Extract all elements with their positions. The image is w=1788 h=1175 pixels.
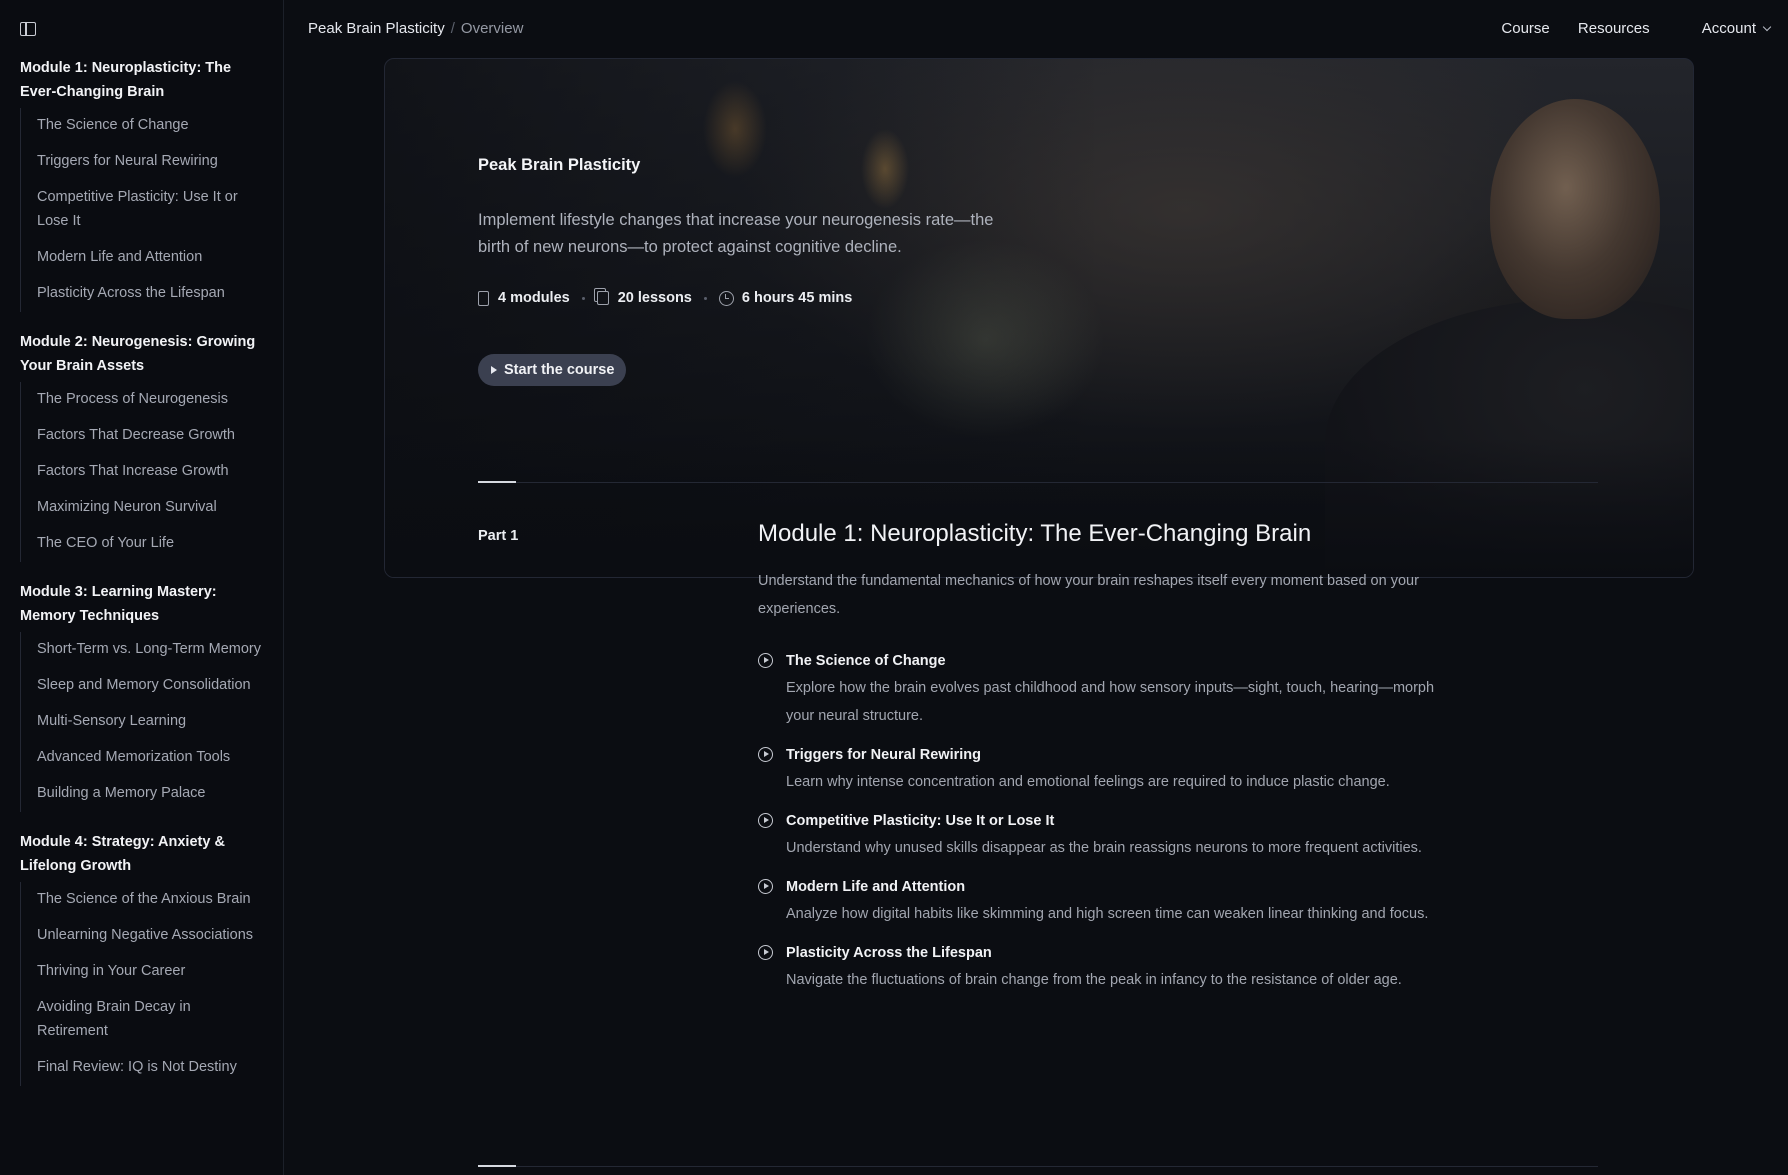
lesson-list: The Science of Change Explore how the br… [758, 650, 1438, 1008]
divider-accent [478, 1165, 516, 1167]
sidebar-lesson-item[interactable]: Factors That Decrease Growth [21, 418, 265, 454]
hero-instructor-face [1490, 99, 1660, 319]
sidebar-lesson-item[interactable]: The Science of the Anxious Brain [21, 882, 265, 918]
lesson-description: Navigate the fluctuations of brain chang… [786, 972, 1402, 988]
sidebar-module-title[interactable]: Module 2: Neurogenesis: Growing Your Bra… [20, 330, 265, 378]
stat-duration-label: 6 hours 45 mins [741, 290, 853, 306]
sidebar-lesson-item[interactable]: Unlearning Negative Associations [21, 918, 265, 954]
lesson-item[interactable]: Plasticity Across the Lifespan Navigate … [758, 942, 1438, 994]
sidebar-lesson-item[interactable]: Multi-Sensory Learning [21, 704, 265, 740]
lesson-item[interactable]: Modern Life and Attention Analyze how di… [758, 876, 1438, 928]
course-nav: Module 1: Neuroplasticity: The Ever-Chan… [20, 56, 265, 1104]
breadcrumb-course-link[interactable]: Peak Brain Plasticity [308, 20, 445, 37]
lesson-title: The Science of Change [786, 653, 946, 669]
lesson-description: Analyze how digital habits like skimming… [786, 906, 1429, 922]
clock-icon [718, 290, 734, 306]
sidebar-lesson-item[interactable]: Sleep and Memory Consolidation [21, 668, 265, 704]
start-course-label: Start the course [504, 362, 615, 378]
sidebar-lesson-item[interactable]: Final Review: IQ is Not Destiny [21, 1050, 265, 1086]
start-course-button[interactable]: Start the course [478, 354, 627, 386]
sidebar-lesson-item[interactable]: Avoiding Brain Decay in Retirement [21, 990, 265, 1050]
nav-course-link[interactable]: Course [1501, 20, 1549, 37]
sidebar-module-title[interactable]: Module 3: Learning Mastery: Memory Techn… [20, 580, 265, 628]
sidebar-lesson-item[interactable]: Competitive Plasticity: Use It or Lose I… [21, 180, 265, 240]
sidebar-lesson-item[interactable]: The CEO of Your Life [21, 526, 265, 562]
lesson-item[interactable]: Triggers for Neural Rewiring Learn why i… [758, 744, 1438, 796]
play-circle-icon [758, 653, 773, 668]
sidebar-lesson-list: The Process of Neurogenesis Factors That… [20, 382, 265, 562]
sidebar-module-title[interactable]: Module 1: Neuroplasticity: The Ever-Chan… [20, 56, 265, 104]
course-description: Implement lifestyle changes that increas… [478, 211, 994, 256]
sidebar-lesson-item[interactable]: Short-Term vs. Long-Term Memory [21, 632, 265, 668]
stat-modules: 4 modules [478, 290, 570, 306]
nav-resources-link[interactable]: Resources [1578, 20, 1650, 37]
lesson-description: Learn why intense concentration and emot… [786, 774, 1390, 790]
lessons-icon [596, 291, 609, 305]
sidebar-lesson-item[interactable]: The Science of Change [21, 108, 265, 144]
hero-banner [384, 58, 1694, 578]
stat-separator [581, 296, 585, 300]
stat-modules-label: 4 modules [498, 290, 570, 306]
breadcrumb-separator: / [450, 20, 455, 37]
breadcrumb-current: Overview [460, 20, 524, 37]
play-circle-icon [758, 879, 773, 894]
sidebar: Module 1: Neuroplasticity: The Ever-Chan… [0, 0, 284, 1175]
course-title: Peak Brain Plasticity [478, 156, 641, 174]
book-icon [478, 290, 489, 306]
lesson-title: Competitive Plasticity: Use It or Lose I… [786, 813, 1055, 829]
stat-duration: 6 hours 45 mins [718, 290, 853, 306]
sidebar-lesson-item[interactable]: The Process of Neurogenesis [21, 382, 265, 418]
stat-lessons-label: 20 lessons [617, 290, 692, 306]
top-bar: Peak Brain Plasticity / Overview Course Re… [284, 0, 1788, 60]
lesson-description: Explore how the brain evolves past child… [786, 680, 1435, 724]
section-divider [478, 1165, 1598, 1167]
sidebar-lesson-list: The Science of Change Triggers for Neura… [20, 108, 265, 312]
sidebar-lesson-item[interactable]: Factors That Increase Growth [21, 454, 265, 490]
lesson-item[interactable]: The Science of Change Explore how the br… [758, 650, 1438, 730]
sidebar-lesson-item[interactable]: Thriving in Your Career [21, 954, 265, 990]
play-circle-icon [758, 945, 773, 960]
sidebar-lesson-item[interactable]: Modern Life and Attention [21, 240, 265, 276]
sidebar-lesson-list: Short-Term vs. Long-Term Memory Sleep an… [20, 632, 265, 812]
play-circle-icon [758, 747, 773, 762]
play-icon [491, 366, 497, 374]
sidebar-lesson-item[interactable]: Maximizing Neuron Survival [21, 490, 265, 526]
module-title: Module 1: Neuroplasticity: The Ever-Chan… [758, 520, 1312, 547]
lesson-title: Plasticity Across the Lifespan [786, 945, 992, 961]
lesson-item[interactable]: Competitive Plasticity: Use It or Lose I… [758, 810, 1438, 862]
chevron-down-icon [1762, 22, 1772, 32]
course-stats: 4 modules 20 lessons 6 hours 45 mins [478, 290, 852, 306]
divider-accent [478, 481, 516, 483]
sidebar-lesson-item[interactable]: Triggers for Neural Rewiring [21, 144, 265, 180]
sidebar-lesson-item[interactable]: Building a Memory Palace [21, 776, 265, 812]
sidebar-lesson-item[interactable]: Plasticity Across the Lifespan [21, 276, 265, 312]
hero-fade [385, 437, 1693, 577]
stat-separator [703, 296, 707, 300]
lesson-description: Understand why unused skills disappear a… [786, 840, 1422, 856]
lesson-title: Modern Life and Attention [786, 879, 966, 895]
breadcrumb: Peak Brain Plasticity / Overview [308, 20, 523, 37]
sidebar-lesson-item[interactable]: Advanced Memorization Tools [21, 740, 265, 776]
sidebar-module-title[interactable]: Module 4: Strategy: Anxiety & Lifelong G… [20, 830, 265, 878]
part-label: Part 1 [478, 528, 519, 544]
lesson-title: Triggers for Neural Rewiring [786, 747, 981, 763]
sidebar-lesson-list: The Science of the Anxious Brain Unlearn… [20, 882, 265, 1086]
module-description: Understand the fundamental mechanics of … [758, 573, 1419, 617]
stat-lessons: 20 lessons [596, 290, 692, 306]
nav-account-label: Account [1701, 20, 1756, 37]
section-divider [478, 481, 1598, 483]
play-circle-icon [758, 813, 773, 828]
nav-account-menu[interactable]: Account [1678, 20, 1772, 37]
top-nav: Course Resources Account [1477, 20, 1772, 37]
sidebar-toggle-icon[interactable] [20, 22, 36, 36]
